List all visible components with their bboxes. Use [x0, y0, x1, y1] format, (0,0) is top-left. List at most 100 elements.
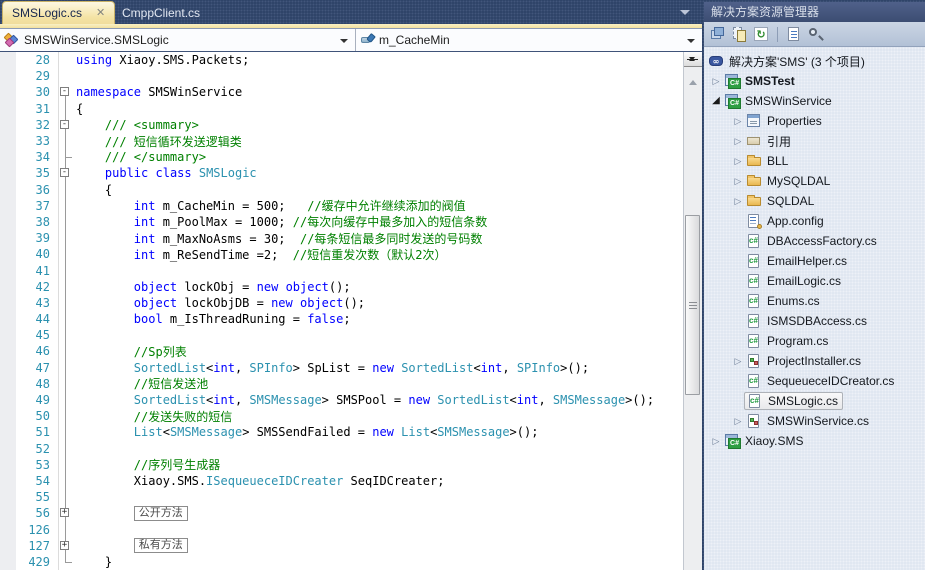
code-line[interactable]: 40 int m_ReSendTime =2; //短信重发次数（默认2次） [0, 246, 683, 262]
tree-item-sqldal[interactable]: ▷SQLDAL [704, 191, 925, 211]
outlining-margin[interactable] [58, 52, 73, 68]
member-dropdown[interactable]: m_CacheMin [356, 29, 702, 51]
tab-list-dropdown-icon[interactable] [680, 10, 690, 20]
code-line[interactable]: 38 int m_PoolMax = 1000; //每次向缓存中最多加入的短信… [0, 214, 683, 230]
code-line[interactable]: 31{ [0, 101, 683, 117]
tree-item-emailhelper-cs[interactable]: c#EmailHelper.cs [704, 251, 925, 271]
code-editor[interactable]: 28using Xiaoy.SMS.Packets;2930-namespace… [0, 52, 683, 570]
indicator-margin[interactable] [0, 441, 16, 457]
indicator-margin[interactable] [0, 392, 16, 408]
indicator-margin[interactable] [0, 424, 16, 440]
scroll-up-arrow-icon[interactable] [689, 76, 697, 85]
tree-item-引用[interactable]: ▷引用 [704, 131, 925, 151]
outlining-margin[interactable] [58, 473, 73, 489]
indicator-margin[interactable] [0, 133, 16, 149]
indicator-margin[interactable] [0, 295, 16, 311]
code-line[interactable]: 56+ 公开方法 [0, 505, 683, 521]
code-line[interactable]: 47 SortedList<int, SPInfo> SpList = new … [0, 360, 683, 376]
code-line[interactable]: 55 [0, 489, 683, 505]
tree-expand-arrow-icon[interactable]: ▷ [730, 111, 746, 131]
outlining-margin[interactable] [58, 343, 73, 359]
outlining-margin[interactable] [58, 246, 73, 262]
tree-item-bll[interactable]: ▷BLL [704, 151, 925, 171]
outlining-margin[interactable]: + [58, 505, 73, 521]
indicator-margin[interactable] [0, 165, 16, 181]
indicator-margin[interactable] [0, 262, 16, 278]
fold-toggle-icon[interactable]: - [60, 168, 69, 177]
code-line[interactable]: 44 bool m_IsThreadRuning = false; [0, 311, 683, 327]
properties-icon[interactable] [709, 26, 726, 43]
indicator-margin[interactable] [0, 408, 16, 424]
indicator-margin[interactable] [0, 279, 16, 295]
tree-item-emaillogic-cs[interactable]: c#EmailLogic.cs [704, 271, 925, 291]
outlining-margin[interactable] [58, 457, 73, 473]
fold-toggle-icon[interactable]: + [60, 541, 69, 550]
code-line[interactable]: 33 /// 短信循环发送逻辑类 [0, 133, 683, 149]
outlining-margin[interactable] [58, 424, 73, 440]
code-line[interactable]: 50 //发送失败的短信 [0, 408, 683, 424]
tree-item-mysqldal[interactable]: ▷MySQLDAL [704, 171, 925, 191]
tree-expand-arrow-icon[interactable]: ▷ [730, 131, 746, 151]
collapsed-region[interactable]: 私有方法 [134, 538, 188, 553]
code-line[interactable]: 49 SortedList<int, SMSMessage> SMSPool =… [0, 392, 683, 408]
indicator-margin[interactable] [0, 457, 16, 473]
outlining-margin[interactable] [58, 489, 73, 505]
outlining-margin[interactable] [58, 230, 73, 246]
outlining-margin[interactable] [58, 554, 73, 570]
tree-expand-arrow-icon[interactable]: ▷ [730, 151, 746, 171]
indicator-margin[interactable] [0, 554, 16, 570]
indicator-margin[interactable] [0, 182, 16, 198]
code-line[interactable]: 54 Xiaoy.SMS.ISequeueceIDCreater SeqIDCr… [0, 473, 683, 489]
tree-item-smswinservice-cs[interactable]: ▷SMSWinService.cs [704, 411, 925, 431]
tree-expand-arrow-icon[interactable]: ▷ [708, 71, 724, 91]
indicator-margin[interactable] [0, 230, 16, 246]
tree-item-properties[interactable]: ▷Properties [704, 111, 925, 131]
indicator-margin[interactable] [0, 473, 16, 489]
tree-item-projectinstaller-cs[interactable]: ▷ProjectInstaller.cs [704, 351, 925, 371]
code-line[interactable]: 126 [0, 521, 683, 537]
code-line[interactable]: 52 [0, 441, 683, 457]
indicator-margin[interactable] [0, 52, 16, 68]
outlining-margin[interactable]: - [58, 165, 73, 181]
solution-tree[interactable]: ∞解决方案'SMS' (3 个项目)▷C#SMSTest◢C#SMSWinSer… [704, 47, 925, 570]
fold-toggle-icon[interactable]: - [60, 87, 69, 96]
outlining-margin[interactable] [58, 214, 73, 230]
outlining-margin[interactable] [58, 182, 73, 198]
outlining-margin[interactable] [58, 133, 73, 149]
outlining-margin[interactable] [58, 279, 73, 295]
chevron-down-icon[interactable] [340, 39, 348, 47]
outlining-margin[interactable]: - [58, 117, 73, 133]
tree-item-sequeueceidcreator-cs[interactable]: c#SequeueceIDCreator.cs [704, 371, 925, 391]
editor-vertical-scrollbar[interactable] [683, 52, 702, 570]
indicator-margin[interactable] [0, 360, 16, 376]
code-line[interactable]: 36 { [0, 182, 683, 198]
code-line[interactable]: 29 [0, 68, 683, 84]
indicator-margin[interactable] [0, 505, 16, 521]
tree-item-ismsdbaccess-cs[interactable]: c#ISMSDBAccess.cs [704, 311, 925, 331]
outlining-margin[interactable] [58, 360, 73, 376]
code-line[interactable]: 34 /// </summary> [0, 149, 683, 165]
indicator-margin[interactable] [0, 84, 16, 100]
indicator-margin[interactable] [0, 149, 16, 165]
code-line[interactable]: 51 List<SMSMessage> SMSSendFailed = new … [0, 424, 683, 440]
close-icon[interactable]: ✕ [96, 8, 105, 19]
tree-item-解决方案-sms-3-个项目[interactable]: ∞解决方案'SMS' (3 个项目) [704, 51, 925, 71]
outlining-margin[interactable] [58, 392, 73, 408]
outlining-margin[interactable] [58, 101, 73, 117]
indicator-margin[interactable] [0, 101, 16, 117]
outlining-margin[interactable] [58, 262, 73, 278]
tree-expand-arrow-icon[interactable]: ▷ [730, 171, 746, 191]
code-line[interactable]: 41 [0, 262, 683, 278]
code-line[interactable]: 127+ 私有方法 [0, 538, 683, 554]
code-line[interactable]: 32- /// <summary> [0, 117, 683, 133]
outlining-margin[interactable] [58, 408, 73, 424]
editor-split-handle[interactable] [684, 52, 702, 67]
outlining-margin[interactable] [58, 521, 73, 537]
code-line[interactable]: 35- public class SMSLogic [0, 165, 683, 181]
outlining-margin[interactable] [58, 376, 73, 392]
code-line[interactable]: 30-namespace SMSWinService [0, 84, 683, 100]
indicator-margin[interactable] [0, 198, 16, 214]
code-line[interactable]: 39 int m_MaxNoAsms = 30; //每条短信最多同时发送的号码… [0, 230, 683, 246]
tree-item-app-config[interactable]: App.config [704, 211, 925, 231]
show-all-files-icon[interactable] [731, 26, 748, 43]
